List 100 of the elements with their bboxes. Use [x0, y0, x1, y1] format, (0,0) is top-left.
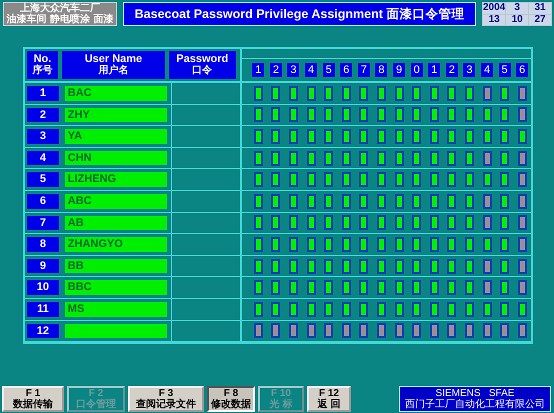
privilege-granted-indicator[interactable] — [359, 128, 368, 144]
privilege-granted-indicator[interactable] — [324, 150, 334, 166]
privilege-granted-indicator[interactable] — [394, 302, 404, 317]
privilege-denied-indicator[interactable] — [518, 107, 527, 122]
privilege-granted-indicator[interactable] — [447, 215, 456, 230]
privilege-granted-indicator[interactable] — [482, 302, 492, 317]
privilege-granted-indicator[interactable] — [394, 150, 404, 166]
privilege-granted-indicator[interactable] — [359, 258, 368, 274]
privilege-granted-indicator[interactable] — [376, 236, 386, 252]
privilege-granted-indicator[interactable] — [288, 107, 298, 122]
privilege-granted-indicator[interactable] — [306, 150, 316, 166]
privilege-granted-indicator[interactable] — [288, 258, 298, 274]
privilege-granted-indicator[interactable] — [288, 302, 298, 317]
privilege-granted-indicator[interactable] — [518, 128, 527, 144]
privilege-granted-indicator[interactable] — [412, 215, 422, 230]
privilege-granted-indicator[interactable] — [288, 86, 298, 101]
privilege-granted-indicator[interactable] — [430, 215, 439, 230]
privilege-granted-indicator[interactable] — [394, 280, 404, 296]
user-name-field[interactable]: ZHANGYO — [64, 237, 168, 252]
privilege-granted-indicator[interactable] — [430, 194, 439, 209]
privilege-granted-indicator[interactable] — [342, 86, 351, 101]
privilege-denied-indicator[interactable] — [342, 323, 351, 338]
user-name-field[interactable] — [64, 324, 168, 338]
privilege-granted-indicator[interactable] — [412, 150, 422, 166]
user-name-field[interactable]: ZHY — [64, 108, 168, 122]
privilege-denied-indicator[interactable] — [518, 150, 527, 166]
privilege-granted-indicator[interactable] — [412, 194, 422, 209]
privilege-denied-indicator[interactable] — [254, 323, 263, 338]
privilege-granted-indicator[interactable] — [464, 280, 474, 296]
privilege-denied-indicator[interactable] — [482, 86, 492, 101]
privilege-denied-indicator[interactable] — [359, 323, 368, 338]
privilege-granted-indicator[interactable] — [288, 172, 298, 188]
privilege-denied-indicator[interactable] — [288, 323, 298, 338]
privilege-granted-indicator[interactable] — [342, 236, 351, 252]
function-key-button[interactable]: F 1 数据传输 — [2, 386, 64, 412]
privilege-granted-indicator[interactable] — [324, 172, 334, 188]
privilege-granted-indicator[interactable] — [271, 194, 280, 209]
privilege-granted-indicator[interactable] — [500, 128, 510, 144]
privilege-granted-indicator[interactable] — [359, 86, 368, 101]
privilege-granted-indicator[interactable] — [359, 236, 368, 252]
privilege-granted-indicator[interactable] — [430, 302, 439, 317]
privilege-granted-indicator[interactable] — [288, 236, 298, 252]
user-name-field[interactable]: BBC — [64, 280, 168, 295]
privilege-denied-indicator[interactable] — [271, 323, 280, 338]
user-name-field[interactable]: MS — [64, 302, 168, 317]
privilege-granted-indicator[interactable] — [359, 172, 368, 188]
privilege-granted-indicator[interactable] — [447, 194, 456, 209]
privilege-granted-indicator[interactable] — [271, 107, 280, 122]
privilege-granted-indicator[interactable] — [271, 302, 280, 317]
privilege-granted-indicator[interactable] — [447, 258, 456, 274]
privilege-granted-indicator[interactable] — [324, 107, 334, 122]
privilege-granted-indicator[interactable] — [464, 107, 474, 122]
privilege-granted-indicator[interactable] — [500, 258, 510, 274]
privilege-granted-indicator[interactable] — [342, 280, 351, 296]
privilege-granted-indicator[interactable] — [359, 215, 368, 230]
privilege-granted-indicator[interactable] — [394, 236, 404, 252]
privilege-denied-indicator[interactable] — [482, 258, 492, 274]
privilege-denied-indicator[interactable] — [518, 172, 527, 188]
privilege-granted-indicator[interactable] — [359, 107, 368, 122]
privilege-granted-indicator[interactable] — [394, 86, 404, 101]
privilege-granted-indicator[interactable] — [359, 194, 368, 209]
privilege-granted-indicator[interactable] — [306, 215, 316, 230]
privilege-granted-indicator[interactable] — [464, 150, 474, 166]
privilege-denied-indicator[interactable] — [482, 280, 492, 296]
privilege-granted-indicator[interactable] — [342, 215, 351, 230]
privilege-granted-indicator[interactable] — [500, 236, 510, 252]
privilege-granted-indicator[interactable] — [254, 258, 263, 274]
function-key-button[interactable]: F 8 修改数据 — [207, 386, 255, 412]
privilege-granted-indicator[interactable] — [464, 128, 474, 144]
user-name-field[interactable]: AB — [64, 216, 168, 230]
privilege-granted-indicator[interactable] — [394, 107, 404, 122]
privilege-granted-indicator[interactable] — [430, 150, 439, 166]
privilege-granted-indicator[interactable] — [254, 236, 263, 252]
privilege-granted-indicator[interactable] — [412, 128, 422, 144]
privilege-granted-indicator[interactable] — [254, 302, 263, 317]
user-name-field[interactable]: ABC — [64, 194, 168, 209]
privilege-granted-indicator[interactable] — [430, 236, 439, 252]
privilege-granted-indicator[interactable] — [412, 302, 422, 317]
privilege-granted-indicator[interactable] — [376, 128, 386, 144]
privilege-granted-indicator[interactable] — [447, 172, 456, 188]
privilege-granted-indicator[interactable] — [394, 172, 404, 188]
privilege-granted-indicator[interactable] — [500, 107, 510, 122]
privilege-granted-indicator[interactable] — [430, 86, 439, 101]
privilege-granted-indicator[interactable] — [288, 194, 298, 209]
privilege-granted-indicator[interactable] — [500, 172, 510, 188]
privilege-denied-indicator[interactable] — [376, 323, 386, 338]
privilege-denied-indicator[interactable] — [430, 323, 439, 338]
privilege-granted-indicator[interactable] — [394, 215, 404, 230]
privilege-granted-indicator[interactable] — [324, 128, 334, 144]
privilege-granted-indicator[interactable] — [306, 258, 316, 274]
function-key-button[interactable]: F 12 返 回 — [307, 386, 351, 412]
privilege-granted-indicator[interactable] — [500, 302, 510, 317]
privilege-granted-indicator[interactable] — [306, 236, 316, 252]
privilege-granted-indicator[interactable] — [288, 150, 298, 166]
privilege-granted-indicator[interactable] — [394, 194, 404, 209]
privilege-granted-indicator[interactable] — [447, 86, 456, 101]
privilege-granted-indicator[interactable] — [412, 172, 422, 188]
privilege-denied-indicator[interactable] — [306, 323, 316, 338]
privilege-granted-indicator[interactable] — [447, 236, 456, 252]
privilege-granted-indicator[interactable] — [376, 215, 386, 230]
